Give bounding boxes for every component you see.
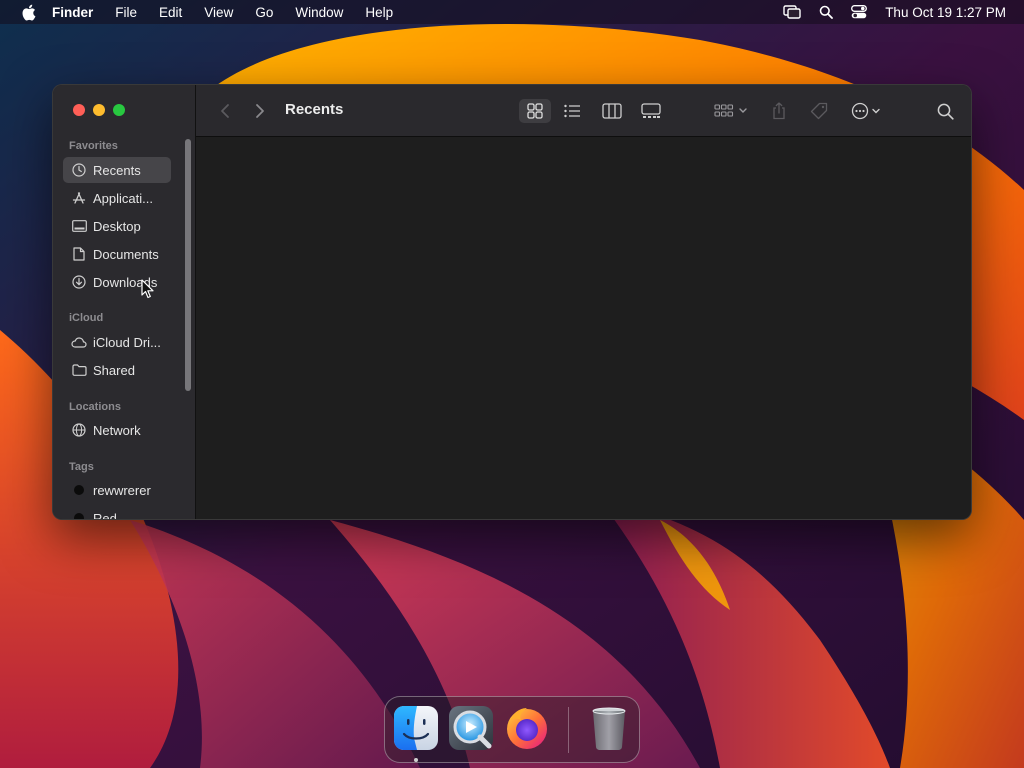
mouse-cursor-icon (141, 279, 155, 304)
sidebar-scrollbar[interactable] (185, 139, 191, 391)
list-view-icon[interactable] (558, 99, 586, 123)
sidebar-item-label: Documents (93, 246, 159, 262)
share-icon[interactable] (768, 99, 790, 123)
icon-view-icon[interactable] (519, 99, 551, 123)
search-icon[interactable] (934, 99, 956, 123)
download-icon (71, 274, 87, 290)
zoom-button[interactable] (113, 104, 125, 116)
sidebar-item-recents[interactable]: Recents (63, 157, 171, 183)
more-actions-icon[interactable] (850, 99, 886, 123)
close-button[interactable] (73, 104, 85, 116)
finder-toolbar: Recents (196, 85, 971, 137)
sidebar-item-network[interactable]: Network (63, 417, 171, 443)
menu-window[interactable]: Window (295, 5, 343, 20)
sidebar-item-label: Recents (93, 162, 141, 178)
running-indicator (414, 758, 418, 762)
sidebar-item-desktop[interactable]: Desktop (63, 213, 171, 239)
sidebar-item-label: Applicati... (93, 190, 153, 206)
finder-sidebar: Favorites Recents Applicati... Desktop D… (53, 85, 196, 519)
document-icon (71, 246, 87, 262)
desktop-icon (71, 218, 87, 234)
sidebar-item-documents[interactable]: Documents (63, 241, 171, 267)
shared-folder-icon (71, 362, 87, 378)
menu-go[interactable]: Go (255, 5, 273, 20)
column-view-icon[interactable] (598, 99, 626, 123)
screen-mirroring-icon[interactable] (783, 5, 801, 19)
applications-icon (71, 190, 87, 206)
menu-bar: Finder File Edit View Go Window Help Thu… (0, 0, 1024, 24)
sidebar-item-label: Network (93, 422, 141, 438)
clock-icon (71, 162, 87, 178)
globe-icon (71, 422, 87, 438)
sidebar-section-locations: Locations (69, 401, 121, 413)
sidebar-item-shared[interactable]: Shared (63, 357, 171, 383)
forward-icon[interactable] (251, 99, 269, 123)
sidebar-item-label: Desktop (93, 218, 141, 234)
apple-menu-icon[interactable] (18, 2, 38, 22)
menubar-clock[interactable]: Thu Oct 19 1:27 PM (885, 5, 1006, 20)
sidebar-item-tag-rewwrerer[interactable]: rewwrerer (63, 477, 171, 503)
tag-icon[interactable] (807, 99, 831, 123)
sidebar-section-icloud: iCloud (69, 312, 104, 324)
sidebar-item-tag-red[interactable]: Red (63, 505, 171, 520)
window-title: Recents (285, 101, 344, 118)
sidebar-item-icloud-drive[interactable]: iCloud Dri... (63, 329, 171, 355)
quicktime-player-icon[interactable] (447, 704, 495, 752)
menu-edit[interactable]: Edit (159, 5, 182, 20)
sidebar-item-label: Shared (93, 362, 135, 378)
sidebar-item-label: rewwrerer (93, 482, 151, 498)
tag-dot-icon (74, 513, 84, 519)
menu-help[interactable]: Help (365, 5, 393, 20)
control-center-icon[interactable] (851, 5, 868, 19)
cloud-icon (71, 334, 87, 350)
menu-file[interactable]: File (115, 5, 137, 20)
sidebar-section-favorites: Favorites (69, 140, 118, 152)
back-icon[interactable] (216, 99, 234, 123)
minimize-button[interactable] (93, 104, 105, 116)
dock-separator (568, 707, 569, 753)
spotlight-search-icon[interactable] (819, 5, 834, 19)
sidebar-section-tags: Tags (69, 461, 94, 473)
finder-window: Favorites Recents Applicati... Desktop D… (52, 84, 972, 520)
menu-view[interactable]: View (204, 5, 233, 20)
gallery-view-icon[interactable] (636, 99, 666, 123)
trash-icon[interactable] (585, 704, 633, 752)
sidebar-item-label: iCloud Dri... (93, 334, 161, 350)
window-controls (73, 104, 133, 116)
tag-dot-icon (74, 485, 84, 495)
sidebar-item-applications[interactable]: Applicati... (63, 185, 171, 211)
finder-content-area[interactable] (196, 137, 971, 519)
sidebar-item-label: Red (93, 510, 117, 520)
menu-app-finder[interactable]: Finder (52, 5, 93, 20)
group-icon[interactable] (712, 99, 752, 123)
finder-icon[interactable] (392, 704, 440, 752)
firefox-icon[interactable] (503, 704, 551, 752)
dock (384, 696, 640, 763)
